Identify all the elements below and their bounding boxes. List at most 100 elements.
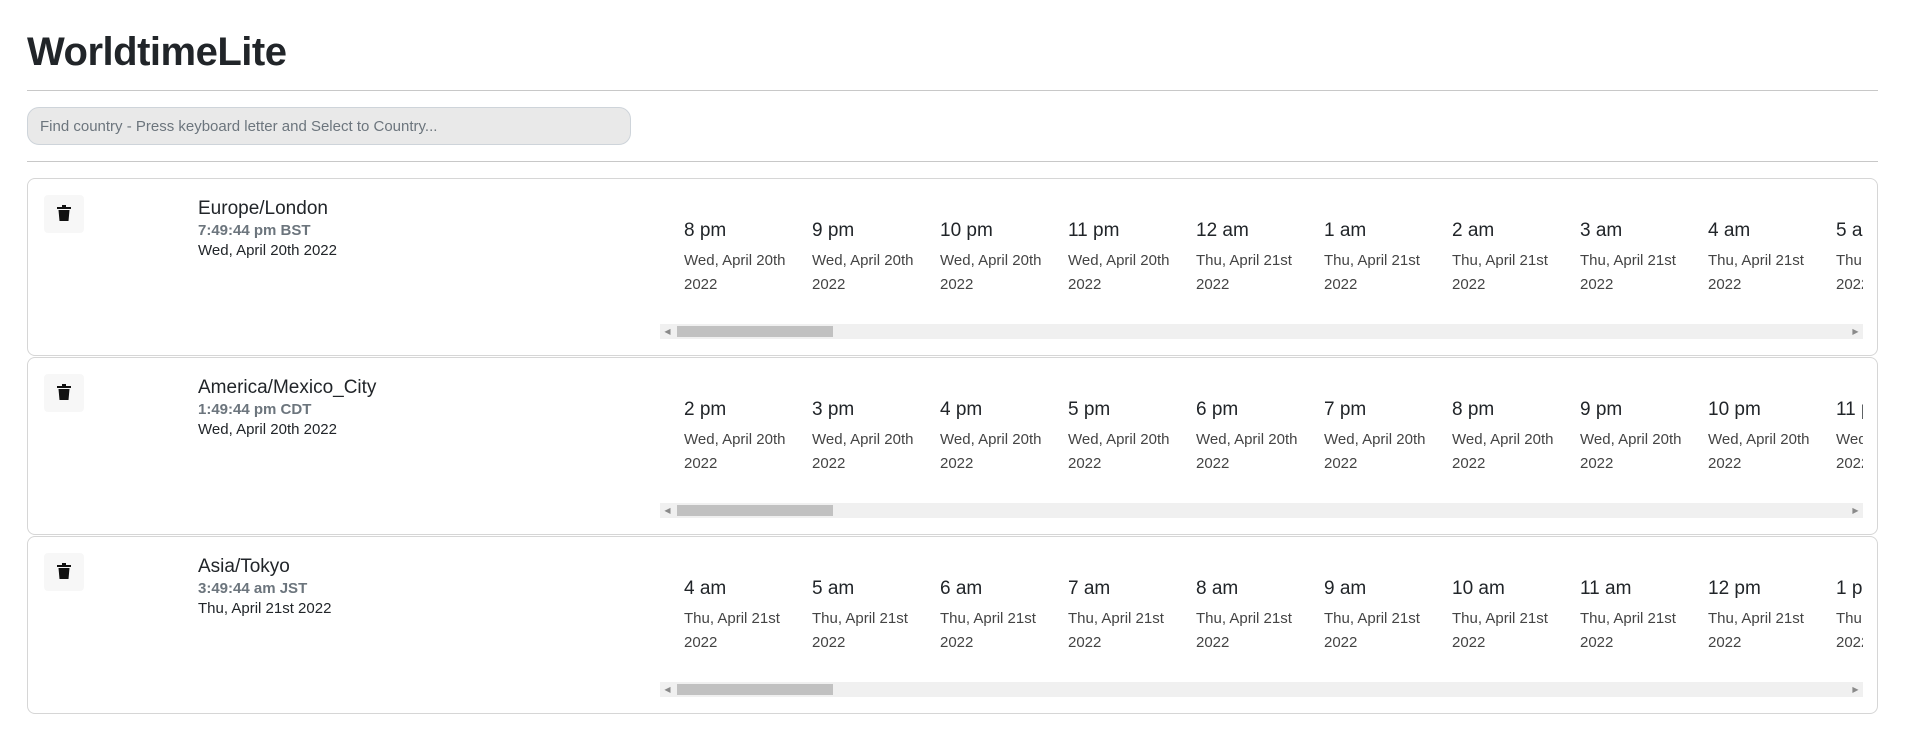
- current-time: 1:49:44 pm CDT: [198, 401, 312, 418]
- timezone-name: Europe/London: [198, 198, 328, 219]
- slot-date: Wed, April 20th 2022: [1068, 431, 1170, 472]
- timezone-name: Asia/Tokyo: [198, 556, 290, 577]
- slot-date: Wed, April 20th 2022: [1068, 252, 1170, 293]
- slot-date: Thu, April 21st 2022: [1708, 252, 1804, 293]
- slot-hour: 8 am: [1196, 578, 1239, 599]
- slot-hour: 11 pm: [1836, 399, 1863, 420]
- hour-slot: 2 pm Wed, April 20th 2022: [684, 398, 812, 476]
- triangle-left-icon[interactable]: ◀: [660, 324, 675, 339]
- timezone-card: America/Mexico_City 1:49:44 pm CDT Wed, …: [27, 357, 1878, 535]
- slot-date: Wed, April 20th 2022: [1836, 431, 1863, 472]
- timezone-info: Europe/London 7:49:44 pm BST Wed, April …: [198, 197, 337, 261]
- slot-date: Thu, April 21st 2022: [1836, 610, 1863, 651]
- slot-date: Thu, April 21st 2022: [1324, 252, 1420, 293]
- slot-date: Wed, April 20th 2022: [1196, 431, 1298, 472]
- trash-icon: [57, 383, 71, 403]
- slot-date: Wed, April 20th 2022: [940, 252, 1042, 293]
- slot-hour: 10 pm: [940, 220, 993, 241]
- hour-slot: 7 pm Wed, April 20th 2022: [1324, 398, 1452, 476]
- current-date: Wed, April 20th 2022: [198, 421, 337, 438]
- slot-date: Thu, April 21st 2022: [1452, 252, 1548, 293]
- slot-hour: 10 am: [1452, 578, 1505, 599]
- slot-hour: 7 am: [1068, 578, 1111, 599]
- slot-date: Thu, April 21st 2022: [1580, 610, 1676, 651]
- horizontal-scrollbar[interactable]: ◀ ▶: [660, 682, 1863, 697]
- hour-slot: 9 pm Wed, April 20th 2022: [812, 219, 940, 297]
- slot-hour: 4 am: [1708, 220, 1751, 241]
- hour-slot: 12 am Thu, April 21st 2022: [1196, 219, 1324, 297]
- delete-timezone-button[interactable]: [44, 553, 84, 591]
- timezone-card: Europe/London 7:49:44 pm BST Wed, April …: [27, 178, 1878, 356]
- slot-date: Thu, April 21st 2022: [1068, 610, 1164, 651]
- slot-date: Wed, April 20th 2022: [684, 252, 786, 293]
- country-search-input[interactable]: [27, 107, 631, 145]
- slot-date: Thu, April 21st 2022: [1708, 610, 1804, 651]
- hour-slot: 5 pm Wed, April 20th 2022: [1068, 398, 1196, 476]
- hour-strip: 2 pm Wed, April 20th 2022 3 pm Wed, April 2…: [684, 398, 1863, 476]
- current-time: 3:49:44 am JST: [198, 580, 308, 597]
- hour-slot: 11 pm Wed, April 20th 2022: [1836, 398, 1863, 476]
- hour-slot: 7 am Thu, April 21st 2022: [1068, 577, 1196, 655]
- slot-hour: 5 pm: [1068, 399, 1111, 420]
- triangle-right-icon[interactable]: ▶: [1848, 324, 1863, 339]
- slot-date: Wed, April 20th 2022: [812, 431, 914, 472]
- slot-hour: 8 pm: [684, 220, 727, 241]
- hour-slot: 1 pm Thu, April 21st 2022: [1836, 577, 1863, 655]
- current-time: 7:49:44 pm BST: [198, 222, 311, 239]
- hour-slot: 8 pm Wed, April 20th 2022: [1452, 398, 1580, 476]
- slot-hour: 5 am: [1836, 220, 1863, 241]
- scrollbar-thumb[interactable]: [677, 326, 833, 337]
- slot-date: Thu, April 21st 2022: [940, 610, 1036, 651]
- slot-hour: 3 pm: [812, 399, 855, 420]
- slot-hour: 11 am: [1580, 578, 1632, 599]
- hour-strip: 8 pm Wed, April 20th 2022 9 pm Wed, April 2…: [684, 219, 1863, 297]
- timezone-name: America/Mexico_City: [198, 377, 377, 398]
- slot-date: Wed, April 20th 2022: [1452, 431, 1554, 472]
- horizontal-scrollbar[interactable]: ◀ ▶: [660, 503, 1863, 518]
- slot-hour: 9 am: [1324, 578, 1367, 599]
- hour-slot: 6 am Thu, April 21st 2022: [940, 577, 1068, 655]
- timezone-info: Asia/Tokyo 3:49:44 am JST Thu, April 21s…: [198, 555, 331, 619]
- hour-slot: 4 pm Wed, April 20th 2022: [940, 398, 1068, 476]
- current-date: Thu, April 21st 2022: [198, 600, 332, 617]
- slot-hour: 6 am: [940, 578, 983, 599]
- search-area: [27, 91, 1878, 161]
- current-date: Wed, April 20th 2022: [198, 242, 337, 259]
- slot-date: Wed, April 20th 2022: [1324, 431, 1426, 472]
- hour-slot: 5 am Thu, April 21st 2022: [1836, 219, 1863, 297]
- app-container: WorldtimeLite Europe/London 7:4: [0, 0, 1905, 714]
- hour-slot: 9 am Thu, April 21st 2022: [1324, 577, 1452, 655]
- hour-slot: 10 pm Wed, April 20th 2022: [940, 219, 1068, 297]
- slot-hour: 5 am: [812, 578, 855, 599]
- hour-strip: 4 am Thu, April 21st 2022 5 am Thu, April 2…: [684, 577, 1863, 655]
- slot-hour: 6 pm: [1196, 399, 1239, 420]
- delete-timezone-button[interactable]: [44, 374, 84, 412]
- hour-slot: 8 pm Wed, April 20th 2022: [684, 219, 812, 297]
- timezone-card-list: Europe/London 7:49:44 pm BST Wed, April …: [27, 178, 1878, 714]
- slot-date: Thu, April 21st 2022: [1836, 252, 1863, 293]
- slot-hour: 4 am: [684, 578, 727, 599]
- scrollbar-thumb[interactable]: [677, 505, 833, 516]
- slot-hour: 1 am: [1324, 220, 1367, 241]
- hour-slot: 5 am Thu, April 21st 2022: [812, 577, 940, 655]
- slot-date: Thu, April 21st 2022: [1324, 610, 1420, 651]
- triangle-right-icon[interactable]: ▶: [1848, 682, 1863, 697]
- app-title: WorldtimeLite: [27, 30, 287, 74]
- hour-slot: 10 pm Wed, April 20th 2022: [1708, 398, 1836, 476]
- hour-slot: 2 am Thu, April 21st 2022: [1452, 219, 1580, 297]
- slot-hour: 11 pm: [1068, 220, 1120, 241]
- triangle-right-icon[interactable]: ▶: [1848, 503, 1863, 518]
- horizontal-scrollbar[interactable]: ◀ ▶: [660, 324, 1863, 339]
- slot-date: Thu, April 21st 2022: [812, 610, 908, 651]
- hour-slot: 3 am Thu, April 21st 2022: [1580, 219, 1708, 297]
- delete-timezone-button[interactable]: [44, 195, 84, 233]
- slot-date: Wed, April 20th 2022: [940, 431, 1042, 472]
- slot-hour: 8 pm: [1452, 399, 1495, 420]
- hour-slot: 10 am Thu, April 21st 2022: [1452, 577, 1580, 655]
- triangle-left-icon[interactable]: ◀: [660, 682, 675, 697]
- timezone-info: America/Mexico_City 1:49:44 pm CDT Wed, …: [198, 376, 376, 440]
- triangle-left-icon[interactable]: ◀: [660, 503, 675, 518]
- slot-date: Wed, April 20th 2022: [1708, 431, 1810, 472]
- slot-date: Thu, April 21st 2022: [1580, 252, 1676, 293]
- scrollbar-thumb[interactable]: [677, 684, 833, 695]
